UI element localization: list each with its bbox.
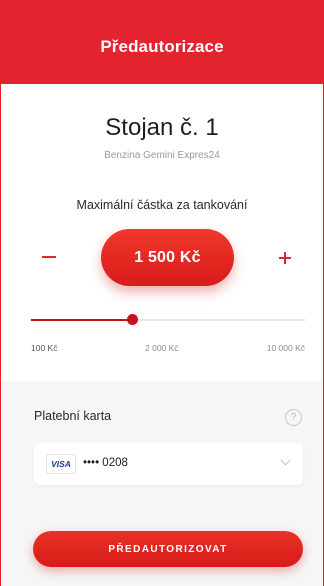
amount-slider-fill (31, 319, 133, 321)
preauthorize-button[interactable]: PŘEDAUTORIZOVAT (33, 531, 303, 567)
app-header: Předautorizace (0, 0, 324, 84)
slider-tick-min: 100 Kč (31, 343, 58, 353)
slider-tick-mid: 2 000 Kč (145, 343, 179, 353)
chevron-down-icon (280, 455, 291, 466)
payment-card-select[interactable]: VISA •••• 0208 (34, 443, 303, 485)
visa-logo-icon: VISA (46, 454, 76, 474)
increase-amount-button[interactable] (272, 245, 298, 271)
slider-tick-max: 10 000 Kč (266, 343, 305, 353)
amount-value: 1 500 Kč (134, 248, 201, 266)
station-location: Benzina Gemini Expres24 (104, 150, 220, 161)
preauthorize-button-label: PŘEDAUTORIZOVAT (108, 543, 228, 555)
decrease-amount-button[interactable] (38, 245, 60, 269)
help-icon[interactable]: ? (285, 409, 302, 426)
amount-slider-thumb[interactable] (127, 314, 139, 325)
card-number: •••• 0208 (83, 457, 128, 469)
station-name: Stojan č. 1 (105, 114, 219, 141)
page-title: Předautorizace (100, 37, 224, 56)
minus-icon (42, 256, 56, 258)
amount-display: 1 500 Kč (101, 229, 234, 286)
max-amount-label: Maximální částka za tankování (76, 198, 248, 212)
payment-card-label: Platební karta (34, 409, 112, 423)
